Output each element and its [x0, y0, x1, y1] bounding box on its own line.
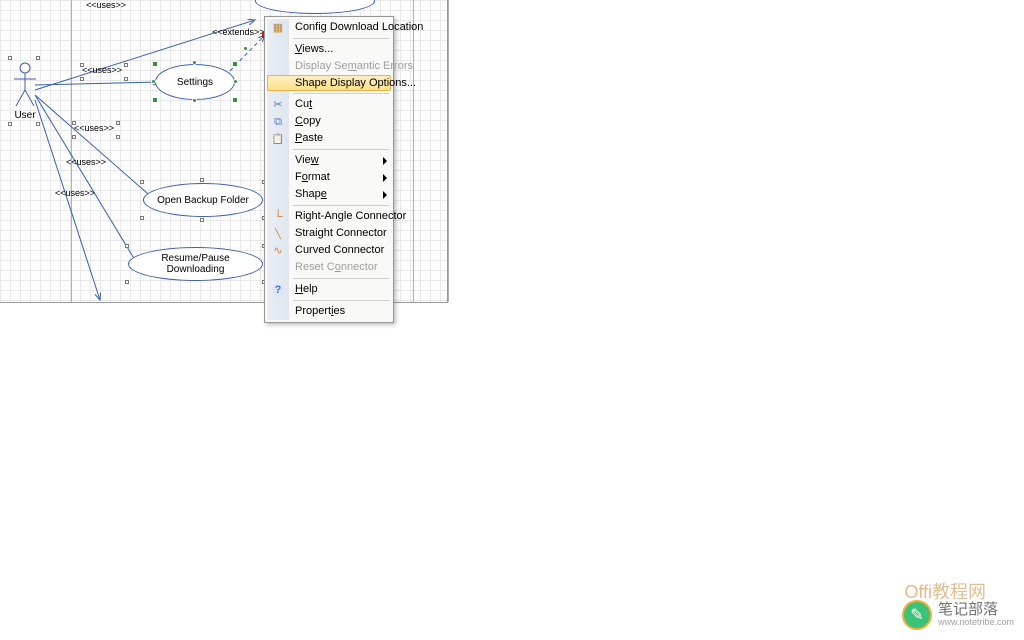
usecase-open-backup[interactable]: Open Backup Folder	[143, 183, 263, 217]
menu-copy[interactable]: Copy	[267, 113, 391, 130]
pencil-badge-icon: ✎	[902, 600, 932, 630]
stereotype-uses: <<uses>>	[86, 0, 126, 10]
copy-icon	[270, 114, 286, 130]
menu-views[interactable]: Views...	[267, 41, 391, 58]
menu-separator	[293, 38, 389, 39]
menu-separator	[293, 205, 389, 206]
menu-straight-connector[interactable]: Straight Connector	[267, 225, 391, 242]
menu-display-semantic-errors: Display Semantic Errors	[267, 58, 391, 75]
menu-separator	[293, 93, 389, 94]
usecase-partial[interactable]	[255, 0, 375, 14]
usecase-label: Resume/Pause Downloading	[133, 253, 258, 275]
usecase-resume-pause[interactable]: Resume/Pause Downloading	[128, 247, 263, 281]
menu-separator	[293, 149, 389, 150]
usecase-label: Settings	[177, 77, 213, 88]
stereotype-uses: <<uses>>	[66, 157, 106, 167]
right-angle-icon	[270, 209, 286, 225]
menu-curved-connector[interactable]: Curved Connector	[267, 242, 391, 259]
stereotype-extends: <<extends>>	[212, 27, 265, 37]
context-menu: Config Download Location Views... Displa…	[264, 16, 394, 323]
menu-cut[interactable]: Cut	[267, 96, 391, 113]
menu-config-download-location[interactable]: Config Download Location	[267, 19, 391, 36]
menu-separator	[293, 300, 389, 301]
viewport: User <<uses>> <<uses>> <<uses>> <<uses>>…	[0, 0, 1024, 640]
actor-user[interactable]: User	[10, 62, 40, 121]
menu-reset-connector: Reset Connector	[267, 259, 391, 276]
stereotype-uses: <<uses>>	[55, 188, 95, 198]
watermark-notetribe: ✎ 笔记部落 www.notetribe.com	[902, 600, 1014, 630]
paste-icon	[270, 131, 286, 147]
stereotype-uses: <<uses>>	[74, 123, 114, 133]
menu-help[interactable]: Help	[267, 281, 391, 298]
cut-icon	[270, 97, 286, 113]
watermark-url: www.notetribe.com	[938, 618, 1014, 628]
menu-format[interactable]: Format	[267, 169, 391, 186]
submenu-arrow-icon	[383, 157, 387, 165]
curved-icon	[270, 243, 286, 259]
submenu-arrow-icon	[383, 174, 387, 182]
straight-icon	[270, 226, 286, 242]
watermark-title: 笔记部落	[938, 602, 1014, 619]
menu-properties[interactable]: Properties	[267, 303, 391, 320]
help-icon	[270, 282, 286, 298]
menu-right-angle-connector[interactable]: Right-Angle Connector	[267, 208, 391, 225]
menu-separator	[293, 278, 389, 279]
config-icon	[270, 20, 286, 36]
usecase-settings[interactable]: Settings	[155, 64, 235, 100]
submenu-arrow-icon	[383, 191, 387, 199]
actor-label: User	[10, 110, 40, 121]
menu-view[interactable]: View	[267, 152, 391, 169]
usecase-label: Open Backup Folder	[157, 195, 249, 206]
stereotype-uses: <<uses>>	[82, 65, 122, 75]
menu-shape-display-options[interactable]: Shape Display Options...	[267, 75, 391, 91]
menu-shape[interactable]: Shape	[267, 186, 391, 203]
menu-paste[interactable]: Paste	[267, 130, 391, 147]
